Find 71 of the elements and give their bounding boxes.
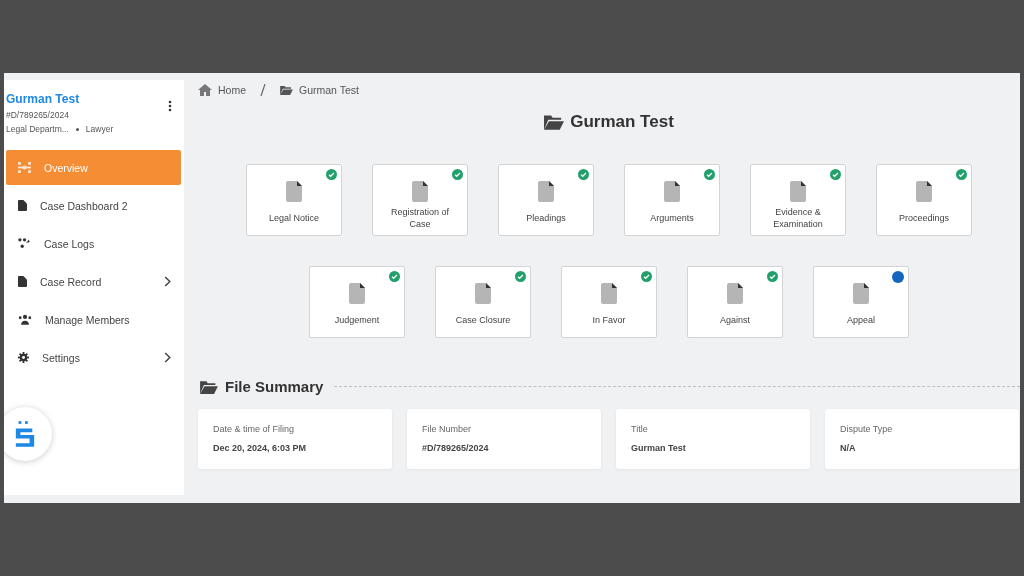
field-label: Title bbox=[631, 424, 649, 434]
page-title: Gurman Test bbox=[570, 112, 674, 132]
field-value: #D/789265/2024 bbox=[422, 443, 490, 453]
sidebar-item[interactable]: Case Record bbox=[6, 264, 181, 299]
stage-label: In Favor bbox=[591, 314, 627, 327]
stage-label: Proceedings bbox=[897, 212, 950, 225]
document-icon bbox=[412, 181, 428, 202]
assistant-button[interactable] bbox=[4, 407, 52, 461]
more-options-icon[interactable] bbox=[168, 100, 172, 112]
stage-label: Appeal bbox=[846, 314, 876, 327]
document-icon bbox=[853, 283, 869, 304]
sidebar-item[interactable]: Settings bbox=[6, 340, 181, 375]
case-title: Gurman Test bbox=[6, 92, 81, 106]
stage-label: Judgement bbox=[333, 314, 381, 327]
stage-card[interactable]: Case Closure bbox=[435, 266, 531, 338]
field-label: Date & time of Filing bbox=[213, 424, 296, 434]
sidebar-item[interactable]: Manage Members bbox=[6, 302, 181, 337]
document-icon bbox=[916, 181, 932, 202]
stage-card[interactable]: Legal Notice bbox=[246, 164, 342, 236]
stage-card[interactable]: Against bbox=[687, 266, 783, 338]
stage-card[interactable]: Proceedings bbox=[876, 164, 972, 236]
breadcrumb-current: Gurman Test bbox=[299, 84, 359, 96]
document-icon bbox=[18, 200, 27, 211]
document-icon bbox=[286, 181, 302, 202]
stage-label: Pleadings bbox=[525, 212, 567, 225]
folder-icon bbox=[544, 114, 565, 130]
flow-icon bbox=[18, 238, 31, 249]
document-icon bbox=[601, 283, 617, 304]
field-value: Gurman Test bbox=[631, 443, 687, 453]
case-number: #D/789265/2024 bbox=[6, 110, 70, 120]
overview-icon bbox=[18, 162, 31, 173]
folder-icon bbox=[280, 85, 293, 95]
stage-card[interactable]: Appeal bbox=[813, 266, 909, 338]
chevron-right-icon bbox=[164, 352, 171, 363]
stage-label: Arguments bbox=[649, 212, 695, 225]
document-icon bbox=[18, 276, 27, 287]
document-icon bbox=[538, 181, 554, 202]
role-label: Lawyer bbox=[85, 124, 114, 134]
field-value: Dec 20, 2024, 6:03 PM bbox=[213, 443, 308, 453]
document-icon bbox=[727, 283, 743, 304]
stage-label: Case Closure bbox=[454, 314, 512, 327]
folder-icon bbox=[200, 379, 218, 394]
field-value: N/A bbox=[840, 443, 857, 453]
separator-dot-icon bbox=[75, 127, 79, 131]
sidebar-item[interactable]: Case Logs bbox=[6, 226, 181, 261]
stage-card[interactable]: Registration of Case bbox=[372, 164, 468, 236]
sidebar-item[interactable]: Case Dashboard 2 bbox=[6, 188, 181, 223]
section-heading: File Summary bbox=[225, 378, 324, 395]
document-icon bbox=[664, 181, 680, 202]
department-label: Legal Departm... bbox=[6, 124, 69, 134]
home-icon bbox=[198, 84, 212, 96]
stage-label: Legal Notice bbox=[267, 212, 320, 225]
stage-label: Registration of Case bbox=[390, 207, 450, 230]
breadcrumb-link[interactable]: Home bbox=[218, 84, 246, 96]
stage-card[interactable]: Arguments bbox=[624, 164, 720, 236]
document-icon bbox=[475, 283, 491, 304]
stage-card[interactable]: Pleadings bbox=[498, 164, 594, 236]
stage-card[interactable]: Evidence & Examination bbox=[750, 164, 846, 236]
stage-card[interactable]: Judgement bbox=[309, 266, 405, 338]
stage-card[interactable]: In Favor bbox=[561, 266, 657, 338]
breadcrumb-separator-icon bbox=[260, 84, 266, 96]
field-label: File Number bbox=[422, 424, 472, 434]
assistant-logo-icon bbox=[14, 421, 36, 447]
document-icon bbox=[349, 283, 365, 304]
stage-label: Against bbox=[719, 314, 751, 327]
stage-label: Evidence & Examination bbox=[772, 207, 824, 230]
settings-icon bbox=[18, 352, 29, 363]
document-icon bbox=[790, 181, 806, 202]
chevron-right-icon bbox=[164, 276, 171, 287]
field-label: Dispute Type bbox=[840, 424, 894, 434]
group-icon bbox=[18, 314, 32, 325]
